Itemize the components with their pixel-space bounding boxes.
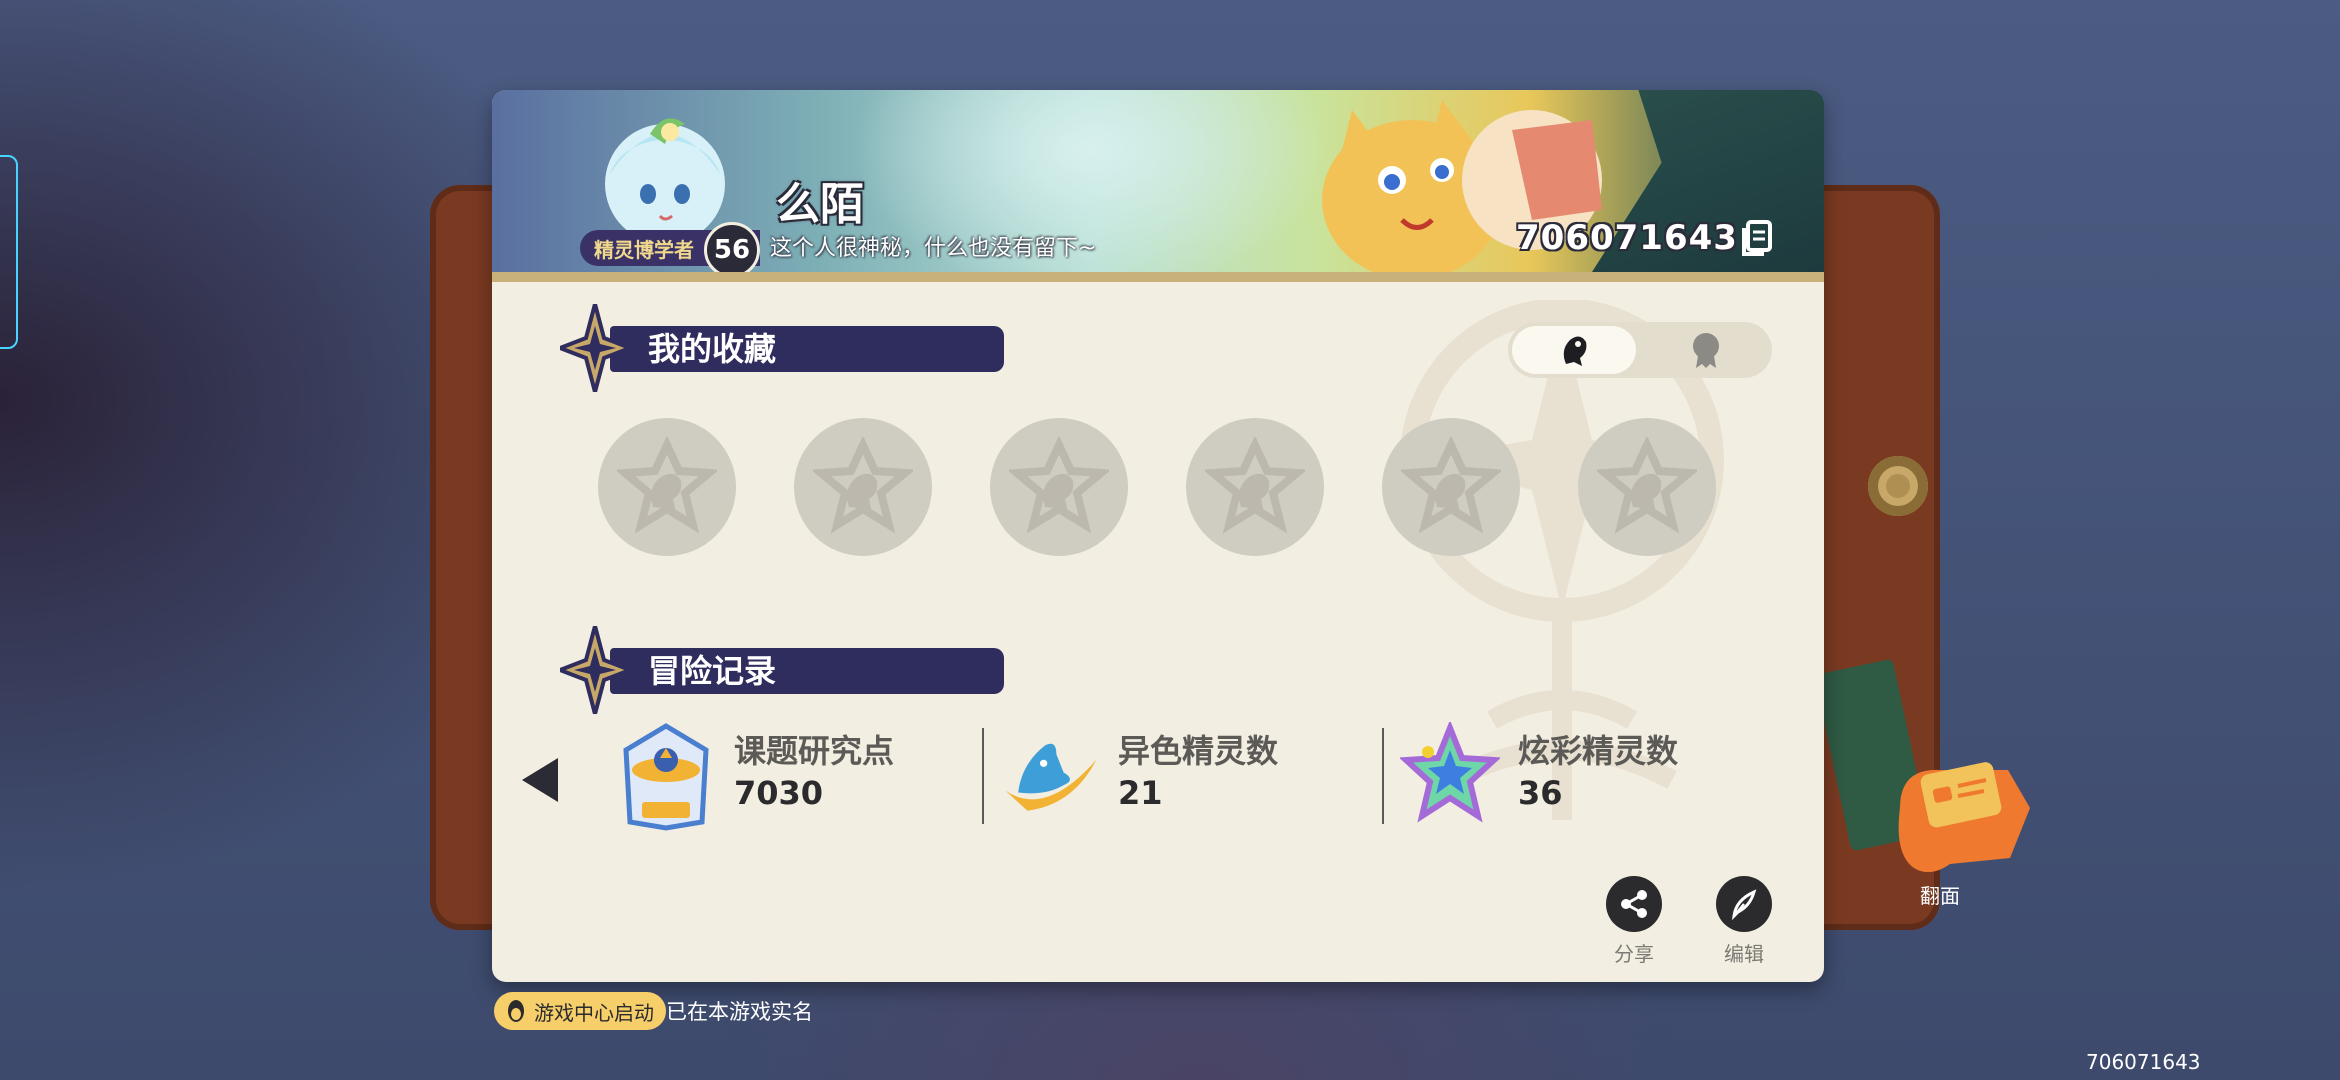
edit-button[interactable] xyxy=(1716,876,1772,932)
toggle-spirit-tab[interactable] xyxy=(1512,326,1636,374)
banner-border xyxy=(492,272,1824,282)
collection-slot-empty[interactable] xyxy=(990,418,1128,556)
stat-divider xyxy=(982,728,984,824)
compass-star-icon xyxy=(560,626,630,714)
collection-slot-empty[interactable] xyxy=(794,418,932,556)
player-name: 么陌 xyxy=(776,179,864,230)
edit-action[interactable]: 编辑 xyxy=(1704,876,1784,967)
stat-label: 异色精灵数 xyxy=(1118,732,1279,770)
compass-star-icon xyxy=(560,304,630,392)
collection-type-toggle xyxy=(1508,322,1772,378)
research-badge-icon xyxy=(623,723,709,831)
stat-value: 36 xyxy=(1518,774,1563,812)
game-center-label: 游戏中心启动 xyxy=(534,1000,654,1025)
player-uid: 706071643 xyxy=(1516,218,1738,258)
qq-penguin-icon xyxy=(508,1000,524,1022)
stat-label: 炫彩精灵数 xyxy=(1518,732,1679,770)
badge-medal-icon xyxy=(1693,333,1719,368)
flip-label: 翻面 xyxy=(1920,884,1960,908)
empty-slot-icon xyxy=(1597,437,1697,534)
stat-value: 7030 xyxy=(734,774,824,812)
stat-label: 课题研究点 xyxy=(734,732,895,770)
collection-slot-empty[interactable] xyxy=(1186,418,1324,556)
quill-edit-icon xyxy=(1731,889,1757,920)
shiny-spirit-icon xyxy=(1005,743,1097,811)
flip-card-button[interactable] xyxy=(1890,748,2040,908)
stat-shiny-spirits: 异色精灵数 21 xyxy=(1000,722,1300,842)
empty-slot-icon xyxy=(1401,437,1501,534)
profile-banner: 精灵博学者 56 么陌 这个人很神秘，什么也没有留下~ 706071643 xyxy=(492,90,1824,282)
book-rivet xyxy=(1868,456,1928,516)
toggle-badge-tab[interactable] xyxy=(1644,326,1768,374)
prev-page-arrow[interactable] xyxy=(522,758,558,802)
stat-value: 21 xyxy=(1118,774,1163,812)
player-signature: 这个人很神秘，什么也没有留下~ xyxy=(770,236,1097,261)
share-action[interactable]: 分享 xyxy=(1594,876,1674,967)
collection-title: 我的收藏 xyxy=(648,330,777,368)
empty-slot-icon xyxy=(1009,437,1109,534)
stat-rainbow-spirits: 炫彩精灵数 36 xyxy=(1400,722,1700,842)
copy-icon[interactable] xyxy=(1738,218,1774,258)
edit-label: 编辑 xyxy=(1724,942,1764,966)
level-badge: 56 xyxy=(704,222,760,278)
rainbow-star-icon xyxy=(1400,722,1500,823)
side-panel-edge[interactable] xyxy=(0,155,18,349)
collection-slot-empty[interactable] xyxy=(598,418,736,556)
empty-slot-icon xyxy=(617,437,717,534)
adventure-title: 冒险记录 xyxy=(648,652,777,690)
spirit-silhouette-icon xyxy=(1563,336,1587,366)
share-label: 分享 xyxy=(1614,942,1654,966)
adventure-section-header: 冒险记录 xyxy=(560,626,1004,714)
realname-status: 已在本游戏实名 xyxy=(666,1000,813,1024)
profile-card: 精灵博学者 56 么陌 这个人很神秘，什么也没有留下~ 706071643 我的… xyxy=(492,90,1824,982)
footer-uid: 706071643 xyxy=(2086,1050,2201,1074)
stat-research-points: 课题研究点 7030 xyxy=(616,722,894,842)
collection-section-header: 我的收藏 xyxy=(560,304,1004,392)
collection-slot-empty[interactable] xyxy=(1382,418,1520,556)
empty-slot-icon xyxy=(813,437,913,534)
game-center-badge[interactable]: 游戏中心启动 xyxy=(494,992,666,1030)
empty-slot-icon xyxy=(1205,437,1305,534)
collection-slot-empty[interactable] xyxy=(1578,418,1716,556)
share-icon xyxy=(1621,890,1647,918)
share-button[interactable] xyxy=(1606,876,1662,932)
stat-divider xyxy=(1382,728,1384,824)
